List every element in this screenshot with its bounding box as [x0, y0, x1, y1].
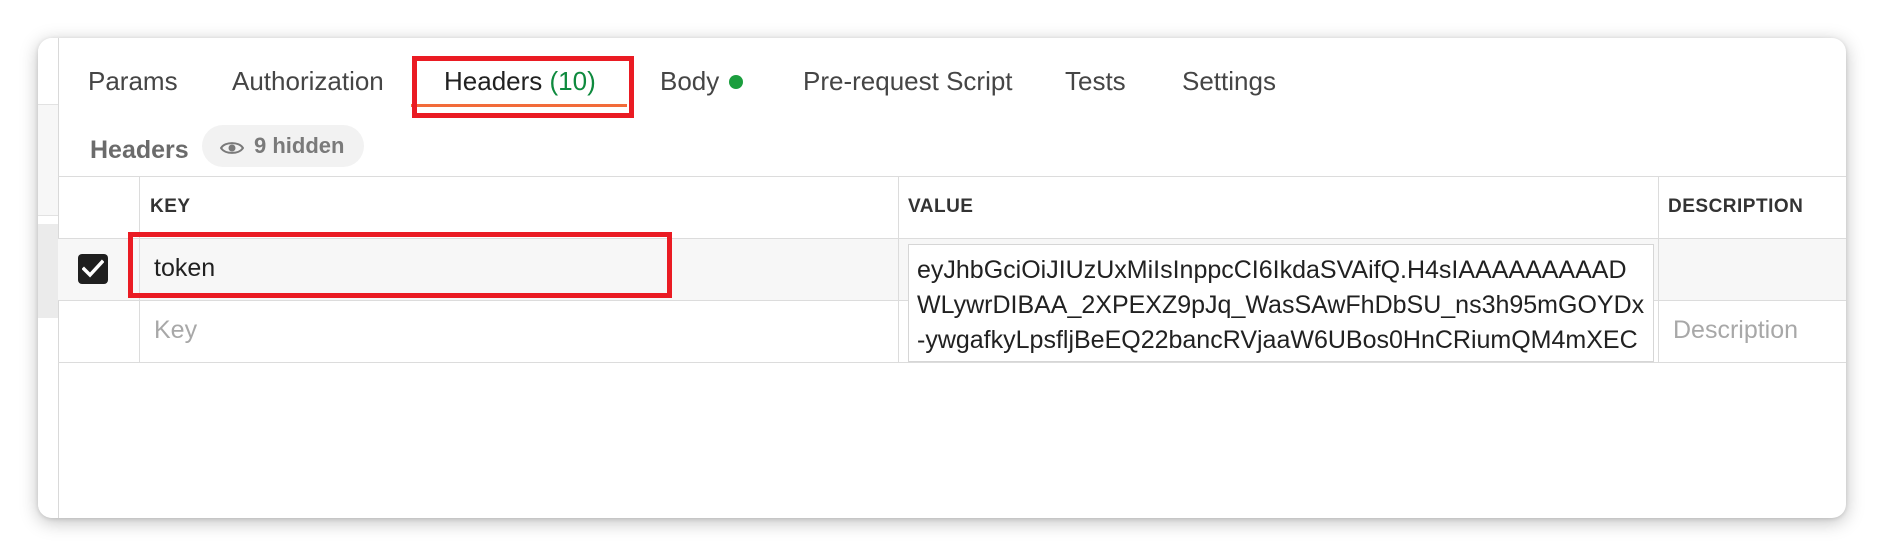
eye-icon [220, 142, 244, 154]
headers-section-title: Headers [90, 136, 189, 164]
tab-pre-request-script[interactable]: Pre-request Script [803, 64, 1013, 98]
column-header-value: VALUE [908, 196, 974, 217]
column-header-description: DESCRIPTION [1668, 196, 1804, 217]
row-enabled-checkbox[interactable] [78, 254, 108, 284]
header-value-text: eyJhbGciOiJIUzUxMiIsInppcCI6IkdaSVAifQ.H… [917, 256, 1645, 354]
tab-body[interactable]: Body [660, 64, 744, 98]
tab-tests[interactable]: Tests [1065, 64, 1126, 98]
left-gutter [38, 38, 59, 518]
headers-tab-highlight [412, 56, 634, 118]
tab-body-label: Body [660, 66, 720, 96]
hidden-headers-toggle[interactable]: 9 hidden [202, 125, 365, 167]
key-cell-highlight [128, 232, 672, 298]
checkmark-icon [82, 259, 104, 278]
column-header-key: KEY [150, 196, 191, 217]
new-description-input[interactable]: Description [1673, 316, 1798, 345]
header-value-editor[interactable]: eyJhbGciOiJIUzUxMiIsInppcCI6IkdaSVAifQ.H… [908, 244, 1654, 362]
tab-params[interactable]: Params [88, 64, 178, 98]
green-dot-icon [729, 75, 744, 89]
tab-authorization[interactable]: Authorization [232, 64, 384, 98]
request-panel: Params Authorization Headers (10) Body P… [38, 38, 1846, 518]
tab-settings[interactable]: Settings [1182, 64, 1276, 98]
hidden-headers-count: 9 hidden [254, 133, 345, 158]
new-key-input[interactable]: Key [154, 316, 197, 345]
